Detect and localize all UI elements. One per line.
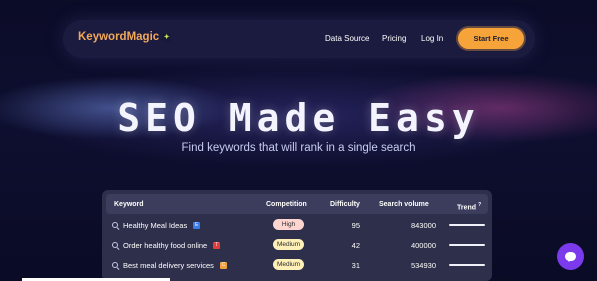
nav-link-data-source[interactable]: Data Source: [325, 34, 369, 43]
header-search-volume[interactable]: Search volume: [379, 201, 429, 208]
difficulty-value: 31: [351, 261, 360, 270]
keyword-text[interactable]: Best meal delivery services: [123, 261, 214, 270]
nav-link-pricing[interactable]: Pricing: [382, 34, 406, 43]
search-volume-value: 843000: [410, 221, 436, 230]
trend-bar: [449, 224, 485, 226]
header-trend[interactable]: Trend?: [457, 202, 481, 211]
competition-badge: Medium: [273, 239, 304, 250]
table-row[interactable]: Healthy Meal Ideas E High 95 843000: [106, 215, 488, 235]
table-row[interactable]: Order healthy food online T Medium 42 40…: [106, 235, 488, 255]
search-icon: [112, 242, 119, 249]
intent-tag: E: [193, 222, 201, 229]
header-competition[interactable]: Competition: [266, 201, 307, 208]
search-volume-value: 400000: [410, 241, 436, 250]
help-icon[interactable]: ?: [478, 202, 481, 208]
search-icon: [112, 222, 119, 229]
table-row[interactable]: Best meal delivery services C Medium 31 …: [106, 255, 488, 275]
header-keyword[interactable]: Keyword: [114, 201, 144, 208]
chat-icon: [565, 252, 576, 262]
search-icon: [112, 262, 119, 269]
logo[interactable]: KeywordMagic ✦: [78, 31, 172, 43]
logo-text: KeywordMagic: [78, 31, 160, 43]
keyword-cell: Healthy Meal Ideas E: [112, 221, 201, 230]
difficulty-value: 95: [351, 221, 360, 230]
difficulty-value: 42: [351, 241, 360, 250]
hero-subtitle: Find keywords that will rank in a single…: [181, 142, 416, 154]
nav-link-login[interactable]: Log In: [421, 34, 443, 43]
intent-tag: T: [213, 242, 221, 249]
sparkle-icon: ✦: [162, 32, 172, 42]
competition-badge: High: [273, 219, 304, 230]
header-difficulty[interactable]: Difficulty: [330, 201, 360, 208]
intent-tag: C: [219, 262, 227, 269]
competition-badge: Medium: [273, 259, 304, 270]
hero-title: SEO Made Easy: [117, 96, 480, 140]
table-header: Keyword Competition Difficulty Search vo…: [106, 194, 488, 214]
keyword-cell: Order healthy food online T: [112, 241, 221, 250]
keyword-text[interactable]: Order healthy food online: [123, 241, 207, 250]
header-trend-label: Trend: [457, 204, 477, 212]
keyword-table: Keyword Competition Difficulty Search vo…: [102, 190, 492, 281]
trend-bar: [449, 264, 485, 266]
trend-bar: [449, 244, 485, 246]
keyword-text[interactable]: Healthy Meal Ideas: [123, 221, 187, 230]
search-volume-value: 534930: [410, 261, 436, 270]
chat-button[interactable]: [557, 243, 584, 270]
keyword-cell: Best meal delivery services C: [112, 261, 227, 270]
start-free-button[interactable]: Start Free: [458, 28, 524, 49]
top-navbar: KeywordMagic ✦ Data Source Pricing Log I…: [63, 20, 535, 58]
